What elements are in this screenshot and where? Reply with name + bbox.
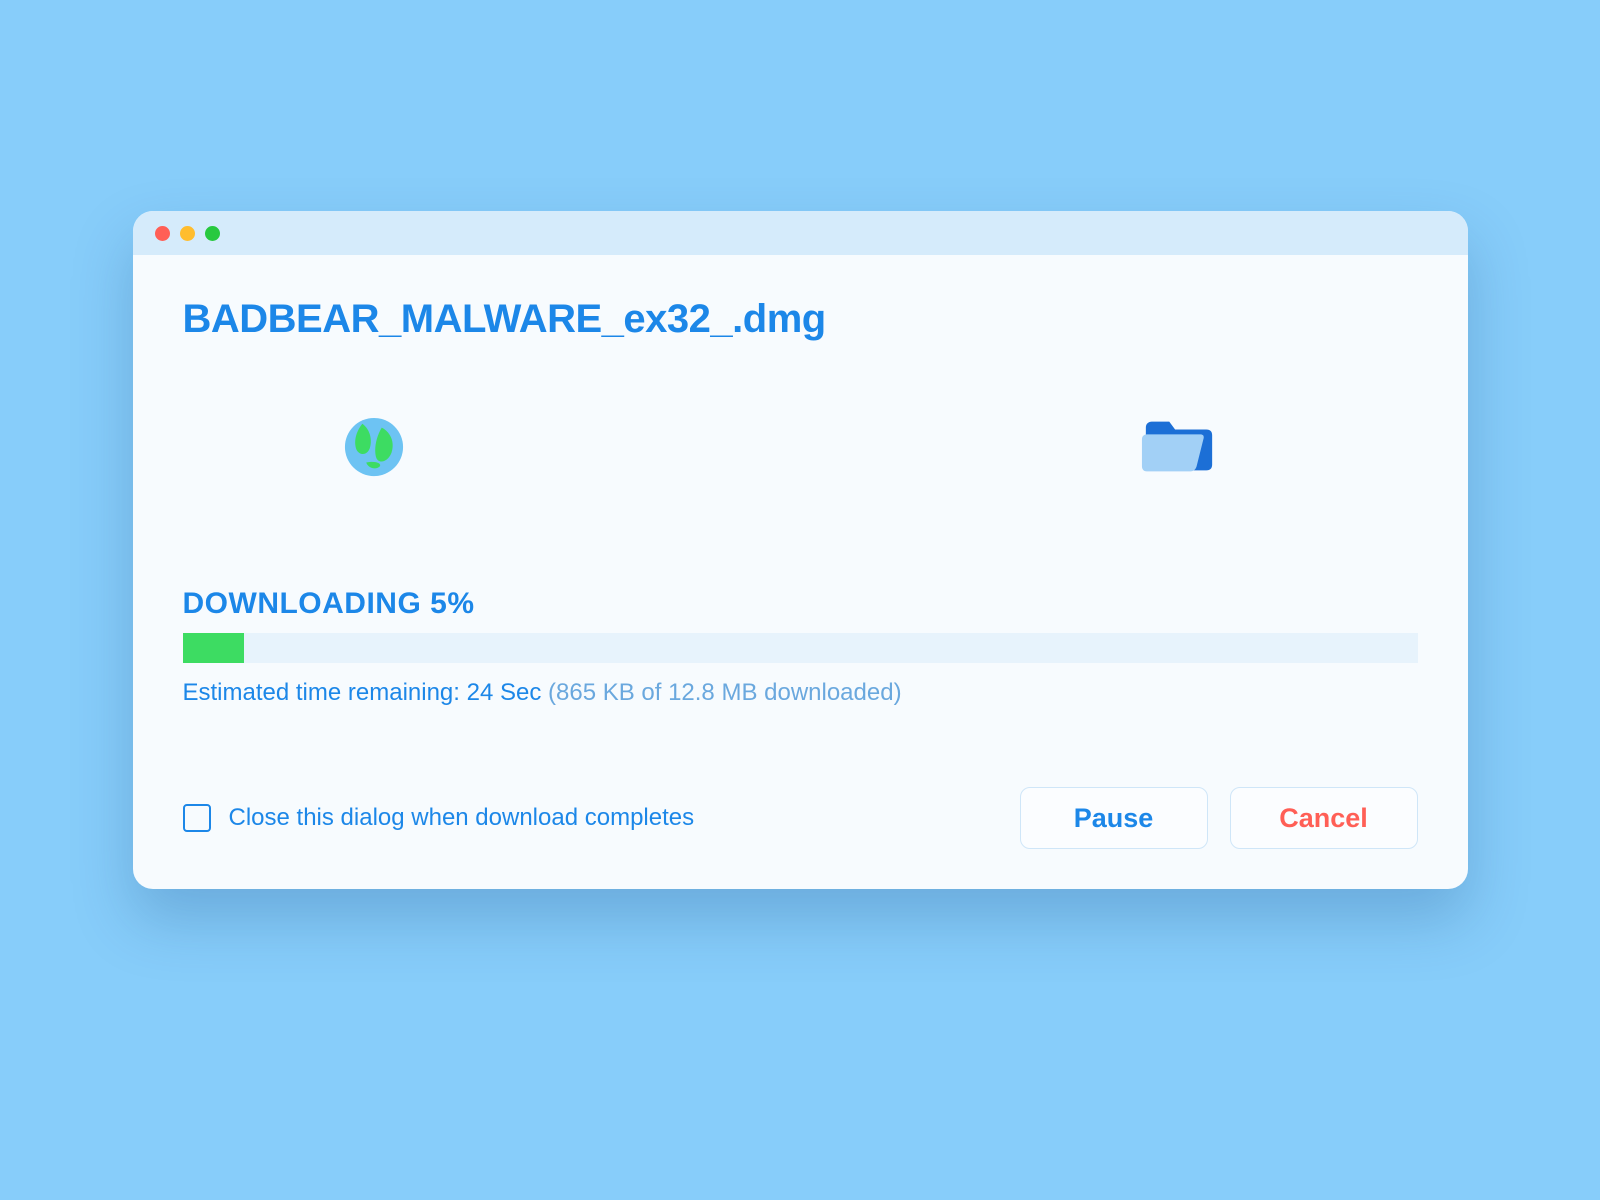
- close-on-complete-label: Close this dialog when download complete…: [229, 804, 695, 832]
- button-group: Pause Cancel: [1020, 787, 1418, 849]
- download-filename: BADBEAR_MALWARE_ex32_.dmg: [183, 297, 1418, 342]
- eta-detail: (865 KB of 12.8 MB downloaded): [548, 679, 902, 706]
- dialog-content: BADBEAR_MALWARE_ex32_.dmg DOWNLOADING 5%: [133, 255, 1468, 889]
- eta-text: Estimated time remaining: 24 Sec (865 KB…: [183, 679, 1418, 707]
- window-close-icon[interactable]: [155, 226, 170, 241]
- folder-icon: [1140, 415, 1218, 479]
- window-maximize-icon[interactable]: [205, 226, 220, 241]
- cancel-button[interactable]: Cancel: [1230, 787, 1418, 849]
- window-titlebar: [133, 211, 1468, 255]
- globe-icon: [343, 416, 405, 478]
- progress-bar: [183, 633, 1418, 663]
- download-dialog: BADBEAR_MALWARE_ex32_.dmg DOWNLOADING 5%: [133, 211, 1468, 889]
- progress-section: DOWNLOADING 5% Estimated time remaining:…: [183, 587, 1418, 707]
- progress-label: DOWNLOADING 5%: [183, 587, 1418, 621]
- transfer-icon-row: [183, 402, 1418, 492]
- window-minimize-icon[interactable]: [180, 226, 195, 241]
- eta-label: Estimated time remaining: 24 Sec: [183, 679, 549, 706]
- pause-button[interactable]: Pause: [1020, 787, 1208, 849]
- close-on-complete-option[interactable]: Close this dialog when download complete…: [183, 804, 695, 832]
- dialog-footer: Close this dialog when download complete…: [183, 787, 1418, 849]
- close-on-complete-checkbox[interactable]: [183, 804, 211, 832]
- progress-fill: [183, 633, 245, 663]
